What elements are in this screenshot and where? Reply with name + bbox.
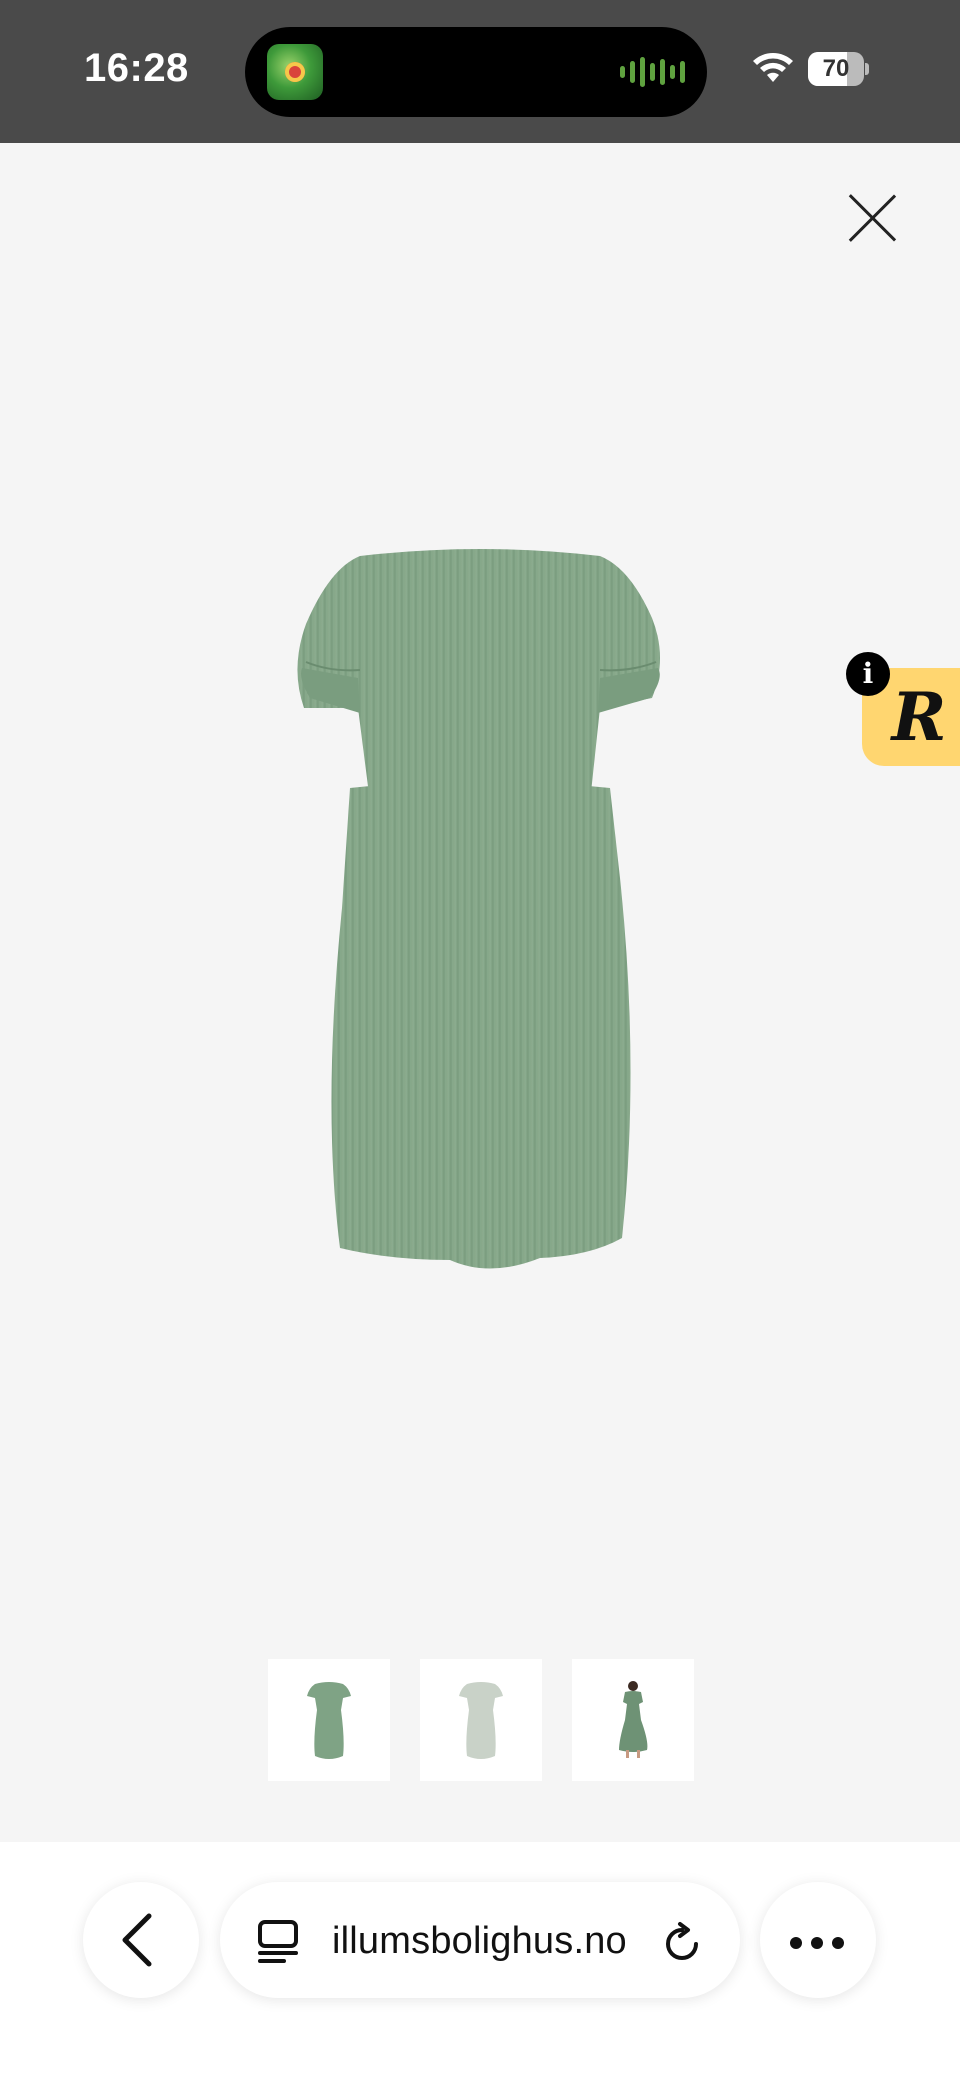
reload-icon[interactable] <box>658 1920 706 1968</box>
thumbnail-strip <box>268 1659 694 1781</box>
thumbnail-2[interactable] <box>420 1659 542 1781</box>
top <box>297 549 660 802</box>
tabs-icon <box>258 1920 298 1963</box>
address-bar[interactable]: illumsbolighus.no <box>220 1882 740 1998</box>
url-text: illumsbolighus.no <box>332 1920 627 1962</box>
wifi-icon <box>753 53 793 82</box>
status-time: 16:28 <box>84 46 189 90</box>
audio-wave-icon <box>620 57 685 87</box>
thumbnail-3[interactable] <box>572 1659 694 1781</box>
back-chevron-icon <box>122 1913 152 1967</box>
thumbnail-1[interactable] <box>268 1659 390 1781</box>
close-button[interactable] <box>840 186 904 250</box>
skirt <box>331 781 631 1269</box>
r-logo-icon: R <box>891 678 947 756</box>
browser-toolbar: illumsbolighus.no <box>0 1842 960 2081</box>
app-thumbnail-icon <box>267 44 323 100</box>
info-icon[interactable]: i <box>846 652 890 696</box>
back-button[interactable] <box>83 1882 199 1998</box>
battery-icon: 70 <box>808 52 869 86</box>
thumbnail-dress-front <box>459 1682 503 1759</box>
thumbnail-model <box>619 1681 648 1758</box>
status-bar: 16:28 70 <box>0 0 960 143</box>
product-main-image <box>297 549 660 1269</box>
more-icon <box>790 1937 844 1949</box>
more-button[interactable] <box>760 1882 876 1998</box>
dynamic-island <box>245 27 707 117</box>
battery-percentage: 70 <box>822 55 850 82</box>
thumbnail-dress-back <box>307 1682 351 1759</box>
